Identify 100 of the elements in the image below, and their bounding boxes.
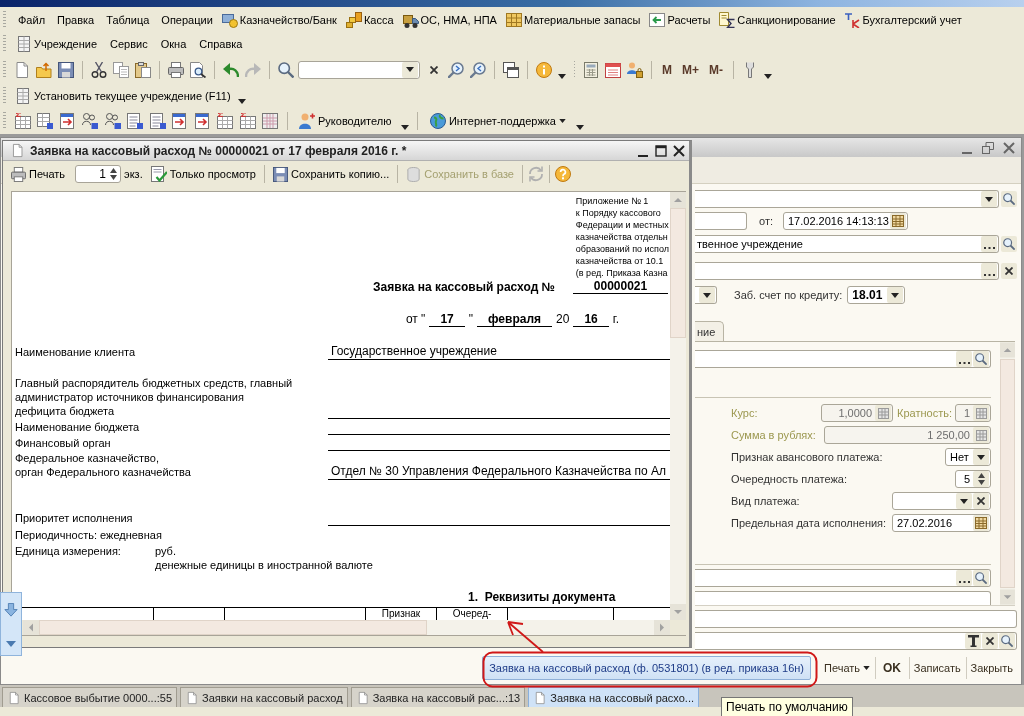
paste-icon[interactable]: [135, 61, 151, 78]
close-icon[interactable]: [673, 144, 685, 157]
toolbar-grip[interactable]: [3, 10, 6, 29]
caret-icon[interactable]: [558, 74, 566, 79]
find-previous-icon[interactable]: [470, 61, 486, 78]
calendar-button[interactable]: [889, 213, 906, 229]
search-field[interactable]: [298, 60, 420, 79]
clear-button[interactable]: [973, 493, 989, 509]
vertical-scrollbar[interactable]: [670, 192, 686, 620]
choose-button[interactable]: [981, 236, 997, 252]
restore-icon[interactable]: [982, 141, 994, 154]
people-icon[interactable]: [82, 113, 98, 129]
text-field[interactable]: [695, 610, 1017, 628]
text-edit-button[interactable]: [965, 633, 981, 649]
menu-item[interactable]: Учреждение: [12, 34, 107, 54]
search-button[interactable]: [973, 570, 989, 586]
spreadsheet-icon[interactable]: [14, 113, 31, 129]
toolbar-grip[interactable]: [3, 112, 6, 130]
priority-field[interactable]: 5: [955, 470, 991, 488]
undo-icon[interactable]: [223, 61, 239, 78]
scissors-icon[interactable]: [91, 61, 107, 78]
menu-item[interactable]: Расчеты: [646, 9, 717, 30]
dropdown-button[interactable]: [956, 493, 972, 509]
window-tab[interactable]: Заявки на кассовый расход: [180, 687, 348, 707]
menu-item[interactable]: Справка: [195, 36, 252, 52]
print-button[interactable]: Печать: [8, 164, 69, 184]
memory-button[interactable]: M+: [680, 62, 701, 77]
payment-type-field[interactable]: [892, 492, 991, 510]
choose-button[interactable]: [956, 351, 972, 367]
calculator-icon[interactable]: [583, 61, 599, 78]
date-field[interactable]: 17.02.2016 14:13:13: [783, 212, 908, 230]
menu-item[interactable]: Бухгалтерский учет: [841, 9, 968, 30]
maximize-icon[interactable]: [655, 144, 667, 157]
menu-item[interactable]: Касса: [342, 9, 400, 30]
number-field[interactable]: [695, 212, 747, 230]
scrollbar-thumb[interactable]: [670, 208, 686, 338]
toolbar-grip[interactable]: [3, 60, 6, 79]
menu-item[interactable]: Файл: [12, 11, 52, 28]
new-document-icon[interactable]: [14, 61, 30, 78]
find-next-icon[interactable]: [448, 61, 464, 78]
scrollbar-thumb[interactable]: [39, 620, 427, 635]
calendar-button[interactable]: [973, 515, 989, 531]
copy-icon[interactable]: [113, 61, 129, 78]
spreadsheet-icon[interactable]: [217, 113, 233, 129]
save-copy-button[interactable]: Сохранить копию...: [270, 164, 393, 184]
users-lock-icon[interactable]: [627, 61, 643, 78]
search-button[interactable]: [999, 633, 1015, 649]
document-icon[interactable]: [127, 113, 143, 129]
window-tab[interactable]: Заявка на кассовый рас...:13: [350, 687, 526, 707]
choose-button[interactable]: [981, 263, 997, 279]
menu-item[interactable]: Санкционирование: [716, 9, 842, 30]
toolbar-grip[interactable]: [3, 86, 6, 105]
document-icon[interactable]: [149, 113, 166, 129]
dropdown-button[interactable]: [402, 61, 418, 78]
choose-button[interactable]: [956, 570, 972, 586]
menu-item[interactable]: Операции: [155, 11, 219, 28]
spin-button[interactable]: [973, 471, 989, 487]
info-icon[interactable]: [536, 61, 552, 78]
command-button[interactable]: OK: [874, 656, 908, 679]
arrow-document-icon[interactable]: [194, 113, 211, 129]
lookup-field[interactable]: [695, 262, 999, 280]
toolbar-button[interactable]: Руководителю: [296, 111, 395, 131]
copies-field[interactable]: 1: [75, 165, 122, 183]
default-print-button[interactable]: Заявка на кассовый расход (ф. 0531801) (в ред. приказа 16н): [482, 655, 811, 680]
save-icon[interactable]: [58, 61, 74, 78]
tab[interactable]: ние: [695, 321, 725, 341]
arrow-document-icon[interactable]: [59, 113, 76, 129]
menu-item[interactable]: Сервис: [106, 36, 157, 52]
search-icon[interactable]: [278, 61, 294, 78]
search-button[interactable]: [1001, 236, 1017, 252]
set-institution-button[interactable]: Установить текущее учреждение (F11): [12, 85, 234, 106]
advance-payment-field[interactable]: Нет: [945, 448, 991, 466]
toolbar-button[interactable]: Интернет-поддержка: [426, 111, 569, 131]
comment-field[interactable]: [695, 632, 1017, 650]
window-tab[interactable]: Кассовое выбытие 0000...:55: [2, 687, 178, 707]
organization-field[interactable]: твенное учреждение: [695, 235, 999, 253]
text-field[interactable]: [695, 591, 991, 605]
combo-field[interactable]: [695, 190, 999, 208]
search-button[interactable]: [973, 351, 989, 367]
account-field[interactable]: [695, 286, 717, 304]
calendar-icon[interactable]: [605, 61, 621, 78]
toolbar-grip[interactable]: [3, 35, 6, 53]
dropdown-button[interactable]: [981, 191, 997, 207]
print-preview-icon[interactable]: [190, 61, 206, 78]
panel-handle[interactable]: [0, 592, 22, 656]
printer-icon[interactable]: [168, 61, 184, 78]
memory-button[interactable]: M-: [707, 62, 725, 77]
search-button[interactable]: [1001, 191, 1017, 207]
help-icon[interactable]: [555, 166, 571, 182]
command-button[interactable]: Печать: [820, 656, 875, 679]
windows-icon[interactable]: [503, 61, 519, 78]
lookup-field[interactable]: [695, 350, 991, 368]
command-button[interactable]: Записать: [908, 656, 965, 679]
people-icon[interactable]: [104, 113, 121, 129]
deadline-field[interactable]: 27.02.2016: [892, 514, 991, 532]
caret-icon[interactable]: [764, 74, 772, 79]
table-icon[interactable]: [37, 113, 53, 129]
spin-arrows-icon[interactable]: [110, 168, 118, 180]
lookup-field[interactable]: [695, 569, 991, 587]
checkered-icon[interactable]: [262, 113, 278, 129]
